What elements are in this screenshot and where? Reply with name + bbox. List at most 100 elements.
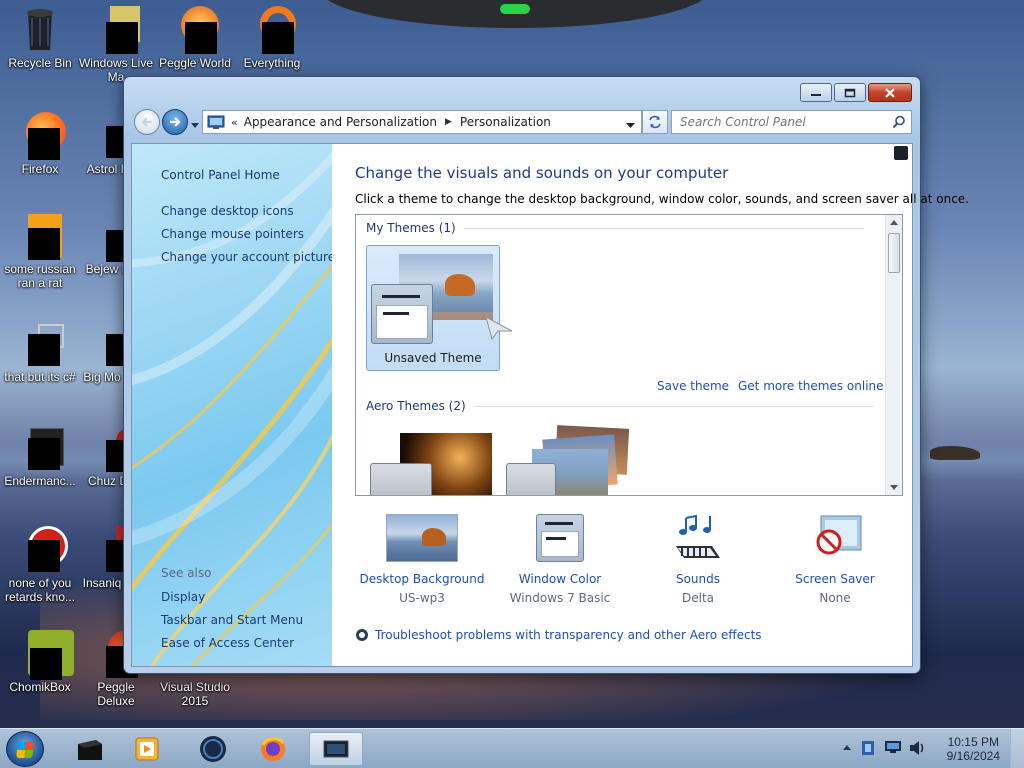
desktop-icon-label: that but its c# — [4, 370, 76, 384]
desktop-icon-label: Peggle World — [159, 56, 231, 70]
themes-scrollbar[interactable] — [885, 215, 902, 495]
get-more-themes-link[interactable]: Get more themes online — [738, 379, 884, 393]
ease-of-access-link[interactable]: Ease of Access Center — [161, 636, 294, 650]
peggle-world-icon — [171, 6, 219, 54]
gadget-led — [500, 4, 530, 14]
file-icon — [16, 320, 64, 368]
themes-list[interactable]: My Themes (1) Unsaved Theme Save theme G… — [355, 214, 903, 496]
volume-icon[interactable] — [908, 739, 926, 757]
minimize-icon — [811, 93, 821, 96]
window-color-icon — [524, 512, 596, 564]
troubleshoot-link[interactable]: Troubleshoot problems with transparency … — [355, 628, 762, 642]
desktop-background-item[interactable]: Desktop Background US-wp3 — [352, 512, 492, 605]
troubleshoot-icon — [356, 629, 368, 641]
desktop-icon-firefox[interactable]: Firefox — [2, 112, 78, 176]
windows-logo-icon — [16, 742, 34, 758]
taskbar-start-menu-link[interactable]: Taskbar and Start Menu — [161, 613, 303, 627]
desktop-icon-label: none of you retards kno... — [4, 576, 76, 604]
back-button[interactable] — [134, 109, 160, 135]
see-also-heading: See also — [161, 566, 212, 580]
recycle-bin-icon — [16, 6, 64, 54]
window-color-value: Windows 7 Basic — [509, 591, 611, 605]
desktop-icon-everything[interactable]: Everything — [234, 6, 310, 70]
theme-unsaved[interactable]: Unsaved Theme — [366, 245, 500, 371]
top-gadget — [320, 0, 710, 28]
desktop-icon-csharp[interactable]: that but its c# — [2, 320, 78, 384]
search-input[interactable] — [672, 111, 882, 133]
taskbar-control-panel[interactable] — [309, 732, 363, 766]
app-icon — [16, 526, 68, 574]
maximize-button[interactable] — [834, 83, 866, 102]
screen-saver-icon — [799, 512, 871, 564]
desktop-island — [930, 446, 980, 460]
back-arrow-icon — [141, 117, 152, 127]
taskbar-app-1[interactable] — [62, 732, 116, 766]
save-theme-link[interactable]: Save theme — [657, 379, 729, 393]
address-dropdown-button[interactable] — [626, 118, 635, 132]
desktop-icon-windows-live[interactable]: Windows Live Ma — [78, 6, 154, 84]
taskbar-media-player[interactable] — [120, 732, 174, 766]
show-desktop-button[interactable] — [1010, 729, 1024, 768]
group-divider — [463, 227, 864, 229]
chomikbox-icon — [16, 630, 74, 680]
taskbar-app-globe[interactable] — [186, 732, 240, 766]
help-icon[interactable] — [894, 146, 908, 160]
desktop-background-value: US-wp3 — [399, 591, 445, 605]
tray-app-icon[interactable] — [860, 739, 876, 757]
desktop-icon-chomikbox[interactable]: ChomikBox — [2, 630, 78, 694]
taskbar-firefox[interactable] — [246, 732, 300, 766]
address-bar[interactable]: « Appearance and Personalization ▶ Perso… — [202, 110, 642, 134]
control-panel-home-link[interactable]: Control Panel Home — [161, 168, 280, 182]
change-desktop-icons-link[interactable]: Change desktop icons — [161, 204, 294, 218]
screen-saver-item[interactable]: Screen Saver None — [765, 512, 905, 605]
minimize-button[interactable] — [800, 83, 832, 102]
troubleshoot-link-text: Troubleshoot problems with transparency … — [375, 628, 762, 642]
breadcrumb-personalization[interactable]: Personalization — [460, 115, 551, 129]
show-hidden-icons-button[interactable] — [842, 743, 852, 751]
desktop-icon-peggle-world[interactable]: Peggle World — [157, 6, 233, 70]
desktop-icon-label: Recycle Bin — [8, 56, 72, 70]
scroll-up-icon[interactable] — [890, 220, 898, 225]
display-link[interactable]: Display — [161, 590, 205, 604]
sounds-item[interactable]: Sounds Delta — [628, 512, 768, 605]
personalization-window[interactable]: « Appearance and Personalization ▶ Perso… — [123, 76, 969, 674]
start-button[interactable] — [6, 731, 44, 767]
recent-pages-dropdown[interactable] — [190, 118, 200, 132]
clock[interactable]: 10:15 PM 9/16/2024 — [947, 735, 1000, 763]
desktop-icon-none-of-you[interactable]: none of you retards kno... — [2, 526, 78, 604]
window-color-item[interactable]: Window Color Windows 7 Basic — [490, 512, 630, 605]
change-mouse-pointers-link[interactable]: Change mouse pointers — [161, 227, 304, 241]
forward-button[interactable] — [162, 109, 188, 135]
scrollbar-thumb[interactable] — [888, 233, 900, 273]
my-themes-header[interactable]: My Themes (1) — [366, 221, 864, 235]
breadcrumb-separator-icon[interactable]: ▶ — [445, 117, 452, 127]
theme-aero-1[interactable] — [366, 427, 500, 495]
search-icon[interactable] — [892, 115, 906, 129]
scroll-down-icon[interactable] — [890, 485, 898, 490]
desktop-icon-recycle-bin[interactable]: Recycle Bin — [2, 6, 78, 70]
breadcrumb-overflow-icon[interactable]: « — [231, 116, 238, 129]
desktop-icon-label: Peggle Deluxe — [97, 680, 135, 708]
theme-aero-2[interactable] — [502, 425, 636, 495]
theme-components: Desktop Background US-wp3 Window Color W… — [355, 512, 903, 612]
aero-themes-header[interactable]: Aero Themes (2) — [366, 399, 874, 413]
search-box[interactable] — [671, 110, 912, 134]
desktop-icon-russian-rat[interactable]: some russian ran a rat — [2, 212, 78, 290]
sounds-label: Sounds — [675, 572, 721, 586]
close-icon — [885, 87, 895, 98]
breadcrumb-appearance[interactable]: Appearance and Personalization — [244, 115, 437, 129]
desktop-icon-enderman[interactable]: Endermanc... — [2, 424, 78, 488]
page-description: Click a theme to change the desktop back… — [355, 192, 969, 206]
network-icon[interactable] — [884, 739, 902, 755]
media-player-icon — [135, 737, 159, 761]
file-icon — [16, 212, 64, 260]
forward-arrow-icon — [170, 117, 181, 127]
close-button[interactable] — [868, 83, 912, 102]
refresh-button[interactable] — [642, 110, 668, 134]
window-color-label: Window Color — [518, 572, 602, 586]
desktop-icon-label: ChomikBox — [9, 680, 71, 694]
desktop-background-label: Desktop Background — [359, 572, 485, 586]
change-account-picture-link[interactable]: Change your account picture — [161, 250, 332, 264]
enderman-icon — [16, 424, 64, 472]
desktop-icon-label: Visual Studio 2015 — [160, 680, 230, 708]
